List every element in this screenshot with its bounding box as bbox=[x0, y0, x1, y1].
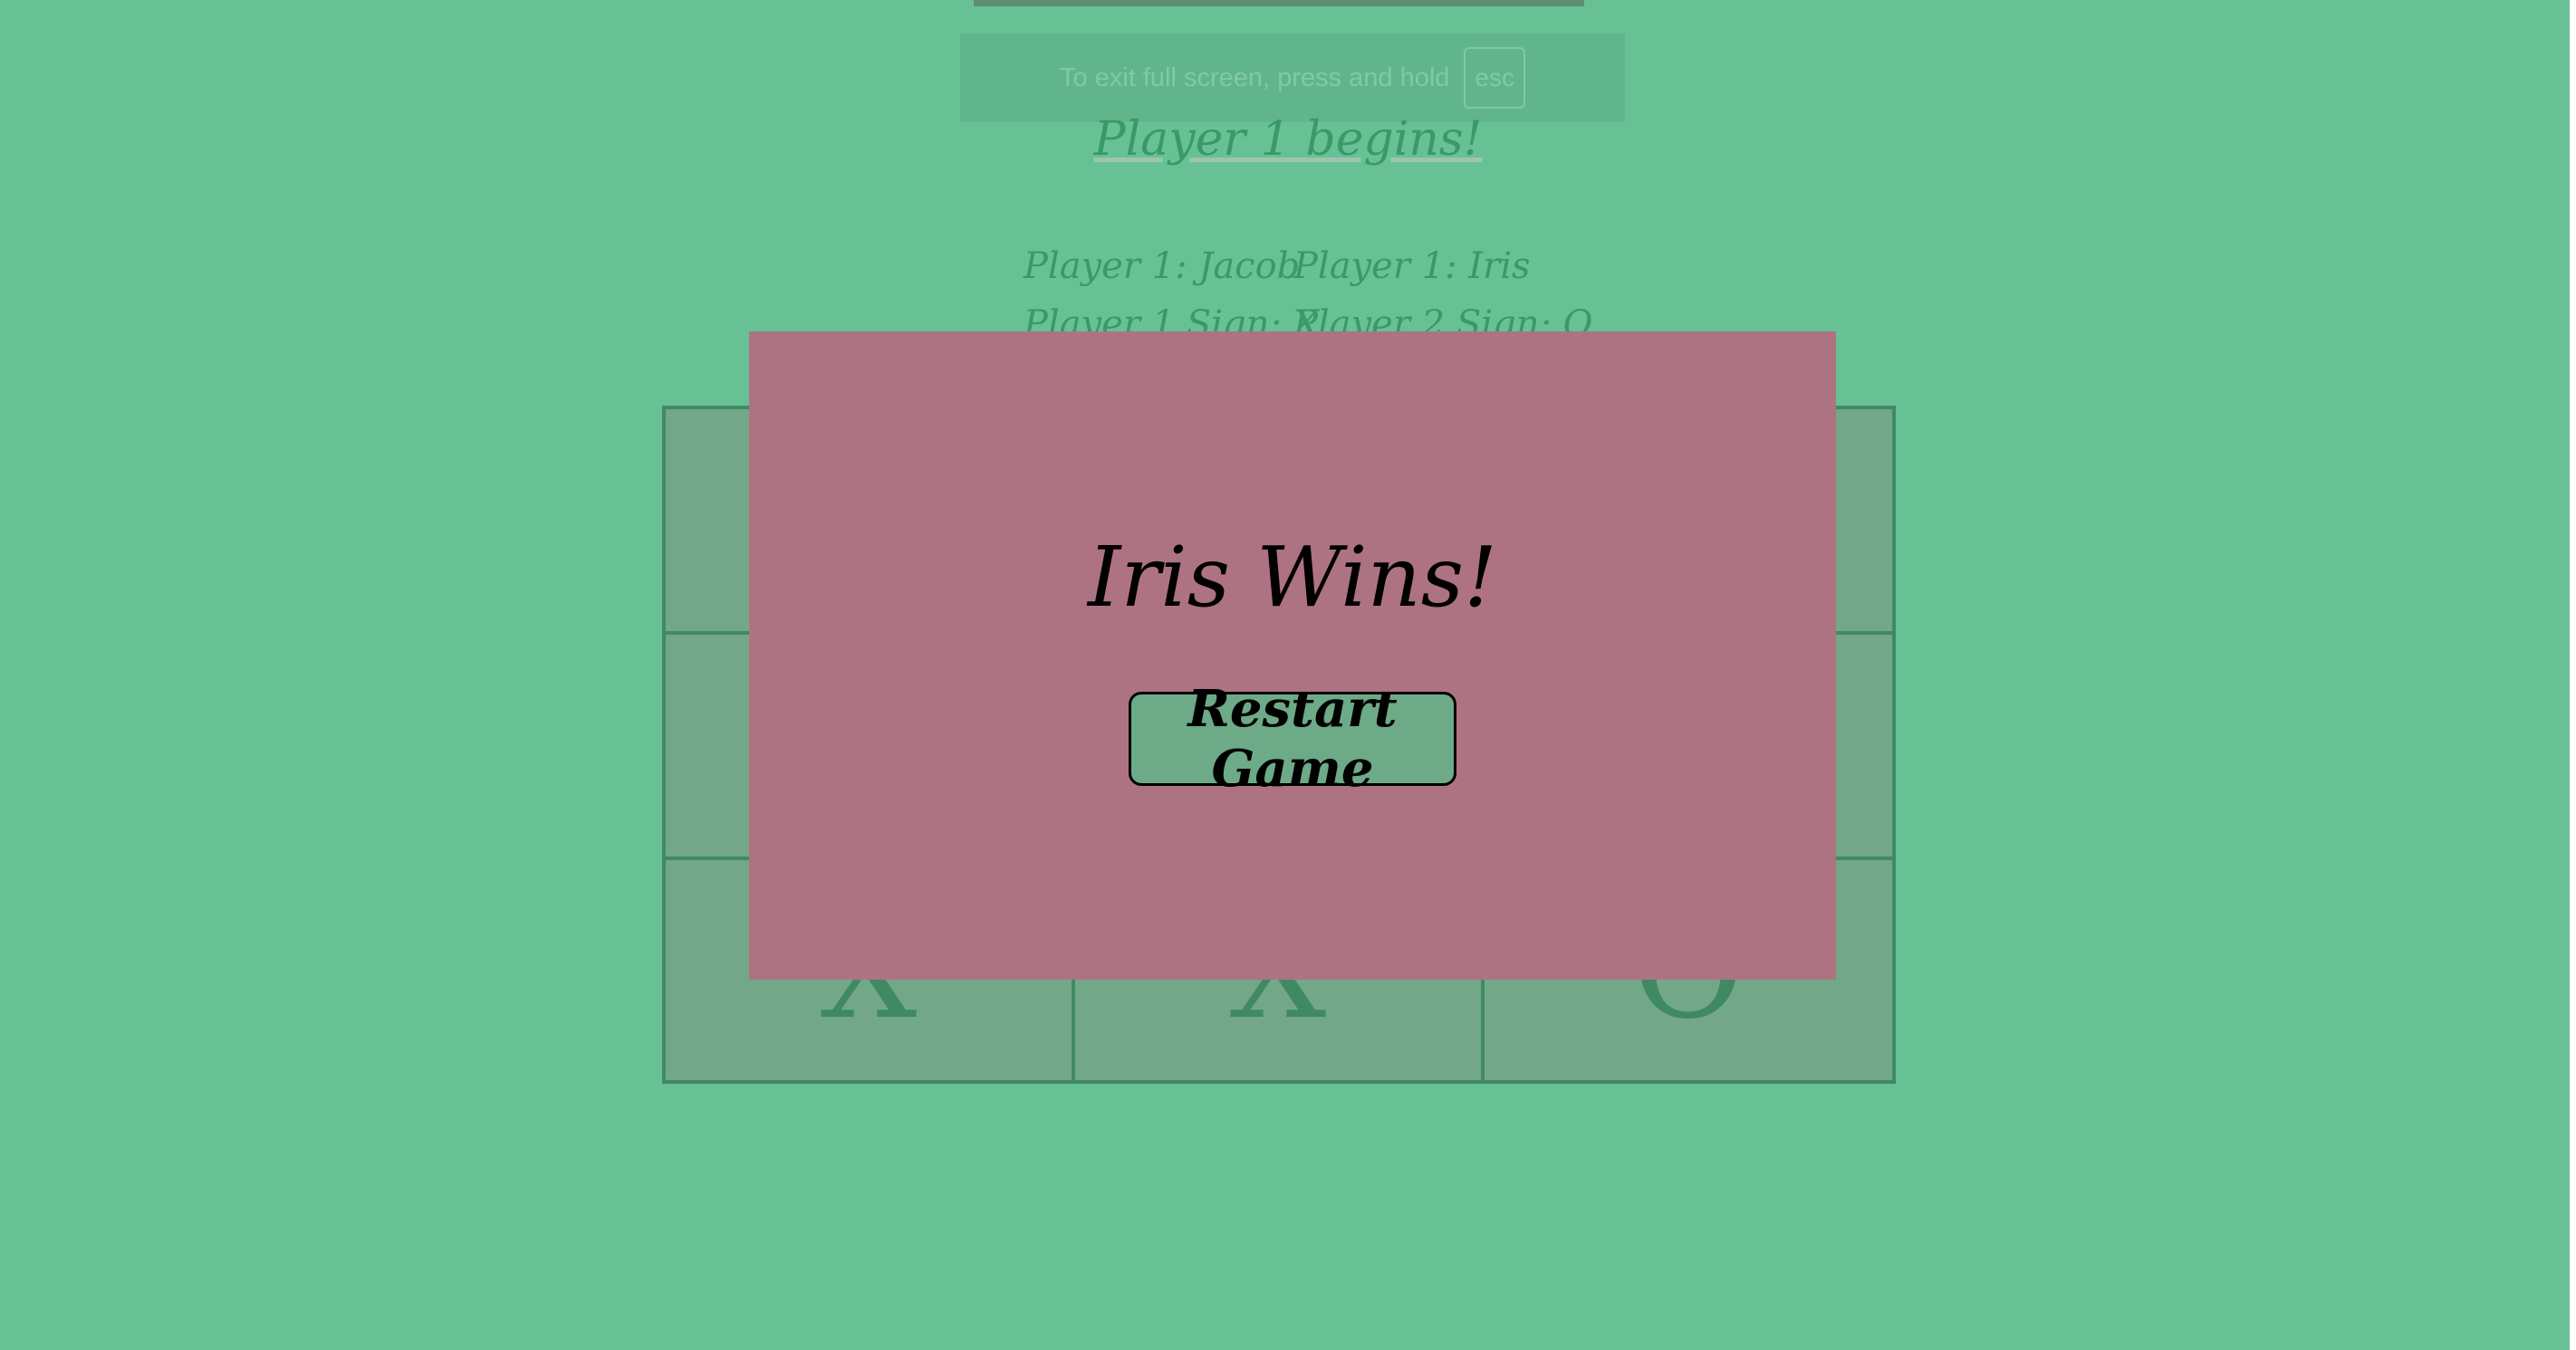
player-2-name: Player 1: Iris bbox=[1293, 245, 1531, 287]
fullscreen-notice: To exit full screen, press and hold esc bbox=[960, 34, 1625, 122]
window-edge bbox=[2570, 0, 2576, 1350]
top-bar bbox=[974, 0, 1584, 6]
player-1-name: Player 1: Jacob bbox=[1024, 245, 1301, 287]
esc-key-hint: esc bbox=[1464, 47, 1525, 109]
fullscreen-notice-text: To exit full screen, press and hold bbox=[1060, 62, 1450, 92]
winner-modal: Iris Wins! Restart Game bbox=[749, 331, 1836, 980]
winner-title: Iris Wins! bbox=[1087, 529, 1497, 626]
restart-game-button[interactable]: Restart Game bbox=[1129, 679, 1456, 799]
game-status-title: Player 1 begins! bbox=[1093, 112, 1483, 167]
